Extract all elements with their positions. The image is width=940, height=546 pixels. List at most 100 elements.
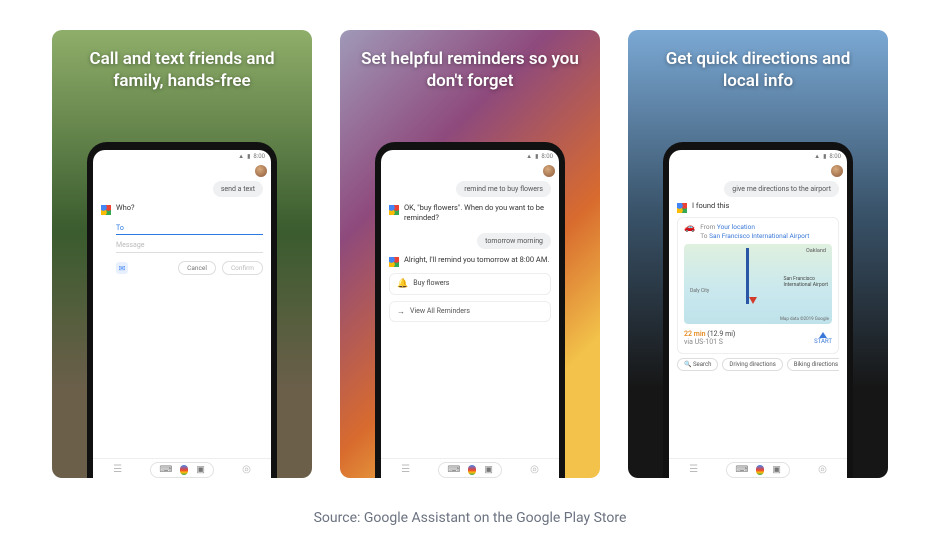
- status-bar: ▲ ▮ 8:00: [669, 150, 847, 162]
- keyboard-icon[interactable]: ⌨: [159, 465, 172, 475]
- assistant-dock: ☰ ⌨ ▣ ◎: [381, 458, 559, 478]
- to-field[interactable]: To: [116, 221, 263, 235]
- assistant-logo-icon: [677, 203, 687, 213]
- reminder-title: Buy flowers: [413, 279, 449, 287]
- to-value: San Francisco International Airport: [709, 232, 809, 240]
- start-label: START: [814, 338, 832, 345]
- panels-row: Call and text friends and family, hands-…: [50, 30, 890, 492]
- lens-icon[interactable]: ▣: [196, 465, 205, 475]
- map-label-oakland: Oakland: [806, 248, 826, 254]
- assistant-logo-icon: [101, 205, 111, 215]
- search-icon: 🔍: [684, 361, 691, 368]
- view-all-label: View All Reminders: [410, 307, 470, 315]
- assistant-reply: I found this: [692, 201, 729, 213]
- bell-icon: 🔔: [397, 279, 408, 289]
- suggestion-chips: 🔍 Search Driving directions Biking direc…: [677, 358, 839, 371]
- mic-icon[interactable]: [180, 465, 188, 475]
- assistant-block: I found this: [677, 201, 839, 213]
- assistant-prompt: Who?: [116, 203, 135, 215]
- signal-icon: ▲: [238, 153, 244, 160]
- cancel-button[interactable]: Cancel: [178, 261, 216, 275]
- chat-area-2: remind me to buy flowers OK, "buy flower…: [381, 177, 559, 458]
- headline-1: Call and text friends and family, hands-…: [52, 30, 312, 118]
- chip-driving[interactable]: Driving directions: [722, 358, 782, 371]
- clock-text: 8:00: [541, 153, 553, 160]
- dock-center[interactable]: ⌨ ▣: [438, 462, 502, 478]
- battery-icon: ▮: [247, 153, 250, 160]
- message-app-icon: ✉: [116, 262, 128, 274]
- lens-icon[interactable]: ▣: [484, 465, 493, 475]
- phone-screen-2: ▲ ▮ 8:00 remind me to buy flowers OK, "b…: [381, 150, 559, 478]
- assistant-dock: ☰ ⌨ ▣ ◎: [93, 458, 271, 478]
- eta-route: via US-101 S: [684, 338, 735, 346]
- keyboard-icon[interactable]: ⌨: [447, 465, 460, 475]
- panel-call-text: Call and text friends and family, hands-…: [52, 30, 312, 478]
- battery-icon: ▮: [535, 153, 538, 160]
- screenshot-container: Call and text friends and family, hands-…: [0, 0, 940, 546]
- lens-icon[interactable]: ▣: [772, 465, 781, 475]
- chip-biking[interactable]: Biking directions: [787, 358, 839, 371]
- assistant-logo-icon: [389, 205, 399, 215]
- explore-icon[interactable]: ◎: [530, 464, 539, 475]
- user-message: send a text: [213, 181, 263, 197]
- status-bar: ▲ ▮ 8:00: [93, 150, 271, 162]
- phone-frame-1: ▲ ▮ 8:00 send a text Who? To Messag: [87, 142, 277, 478]
- assistant-logo-icon: [389, 257, 399, 267]
- avatar[interactable]: [543, 165, 555, 177]
- phone-frame-2: ▲ ▮ 8:00 remind me to buy flowers OK, "b…: [375, 142, 565, 478]
- message-field[interactable]: Message: [116, 235, 263, 253]
- avatar[interactable]: [831, 165, 843, 177]
- assistant-block-2: Alright, I'll remind you tomorrow at 8:0…: [389, 255, 551, 267]
- assistant-block-1: OK, "buy flowers". When do you want to b…: [389, 203, 551, 223]
- clock-text: 8:00: [253, 153, 265, 160]
- phone-screen-1: ▲ ▮ 8:00 send a text Who? To Messag: [93, 150, 271, 478]
- confirm-button[interactable]: Confirm: [222, 261, 263, 275]
- to-label: To: [700, 232, 707, 240]
- status-bar: ▲ ▮ 8:00: [381, 150, 559, 162]
- headline-2: Set helpful reminders so you don't forge…: [340, 30, 600, 118]
- clock-text: 8:00: [829, 153, 841, 160]
- chat-area-3: give me directions to the airport I foun…: [669, 177, 847, 458]
- battery-icon: ▮: [823, 153, 826, 160]
- assistant-block: Who?: [101, 203, 263, 215]
- explore-icon[interactable]: ◎: [242, 464, 251, 475]
- user-message-1: remind me to buy flowers: [456, 181, 551, 197]
- inbox-icon[interactable]: ☰: [689, 464, 698, 475]
- user-message-2: tomorrow morning: [477, 233, 551, 249]
- map-route-line: [746, 248, 749, 304]
- inbox-icon[interactable]: ☰: [113, 464, 122, 475]
- inbox-icon[interactable]: ☰: [401, 464, 410, 475]
- panel-reminders: Set helpful reminders so you don't forge…: [340, 30, 600, 478]
- avatar[interactable]: [255, 165, 267, 177]
- source-caption: Source: Google Assistant on the Google P…: [50, 510, 890, 526]
- panel-directions: Get quick directions and local info ▲ ▮ …: [628, 30, 888, 478]
- map-pin-icon: [749, 297, 757, 304]
- reminder-card[interactable]: 🔔 Buy flowers: [389, 273, 551, 295]
- signal-icon: ▲: [814, 153, 820, 160]
- keyboard-icon[interactable]: ⌨: [735, 465, 748, 475]
- mic-icon[interactable]: [756, 465, 764, 475]
- map-poi-label: San Francisco International Airport: [783, 276, 828, 288]
- dock-center[interactable]: ⌨ ▣: [150, 462, 214, 478]
- map-attribution: Map data ©2019 Google: [780, 317, 829, 322]
- dock-center[interactable]: ⌨ ▣: [726, 462, 790, 478]
- phone-frame-3: ▲ ▮ 8:00 give me directions to the airpo…: [663, 142, 853, 478]
- assistant-reply-1: OK, "buy flowers". When do you want to b…: [404, 203, 551, 223]
- signal-icon: ▲: [526, 153, 532, 160]
- phone-screen-3: ▲ ▮ 8:00 give me directions to the airpo…: [669, 150, 847, 478]
- chat-area-1: send a text Who? To Message ✉ Cancel: [93, 177, 271, 458]
- from-value: Your location: [717, 223, 755, 231]
- map-label-daly-city: Daly City: [690, 288, 709, 294]
- mic-icon[interactable]: [468, 465, 476, 475]
- assistant-reply-2: Alright, I'll remind you tomorrow at 8:0…: [404, 255, 549, 267]
- map-preview[interactable]: Oakland Daly City San Francisco Internat…: [684, 244, 832, 324]
- from-label: From: [700, 223, 715, 231]
- chip-search[interactable]: 🔍 Search: [677, 358, 718, 371]
- directions-card[interactable]: 🚗 From Your location To San Francisco In…: [677, 217, 839, 354]
- user-message: give me directions to the airport: [724, 181, 839, 197]
- arrow-right-icon: →: [397, 307, 405, 316]
- assistant-dock: ☰ ⌨ ▣ ◎: [669, 458, 847, 478]
- view-all-reminders-link[interactable]: → View All Reminders: [389, 301, 551, 322]
- start-navigation-button[interactable]: START: [814, 332, 832, 345]
- explore-icon[interactable]: ◎: [818, 464, 827, 475]
